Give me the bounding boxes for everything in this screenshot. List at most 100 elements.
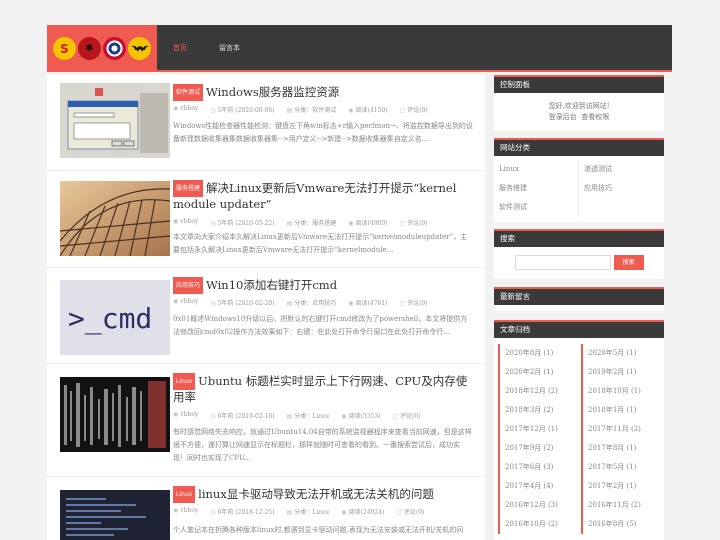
captain-america-icon: ★ bbox=[103, 37, 126, 60]
post-item: 软件测试 Windows服务器监控资源 ◉ vbboy ◷ 5年前 (2020-08-… bbox=[47, 75, 485, 171]
eye-icon: ◉ bbox=[341, 509, 347, 516]
category-pentest[interactable]: 渗透测试 bbox=[579, 160, 664, 179]
cmd-thumb-text: >_cmd bbox=[68, 302, 152, 336]
post-item: Linux Ubuntu 标题栏实时显示上下行网速、CPU及内存使用率 ◉ vbbo… bbox=[47, 364, 485, 477]
control-panel: 控制面板 您好,欢迎到访网站! 登录后台 查看权限 bbox=[494, 75, 664, 131]
archive-item[interactable]: 2017年4月 (4) bbox=[498, 477, 577, 496]
folder-icon: ▤ bbox=[286, 107, 293, 114]
welcome-text: 您好,欢迎到访网站! bbox=[548, 102, 610, 110]
archive-item[interactable]: 2016年11月 (2) bbox=[581, 496, 660, 515]
post-tag[interactable]: 应用技巧 bbox=[173, 277, 204, 294]
admin-login-link[interactable]: 登录后台 bbox=[549, 113, 577, 121]
post-excerpt: Windows性能检查器性能检测：键盘左下角win标志+r输入perfmon→、… bbox=[173, 122, 473, 143]
post-title[interactable]: 应用技巧 Win10添加右键打开cmd bbox=[173, 277, 473, 294]
comment-icon: ▢ bbox=[396, 509, 402, 516]
search-input[interactable] bbox=[514, 255, 611, 270]
user-icon: ◉ bbox=[173, 105, 179, 112]
superman-icon: S bbox=[53, 37, 76, 60]
post-item: >_cmd 应用技巧 Win10添加右键打开cmd ◉ vbboy ◷ 5年前 (20… bbox=[47, 268, 485, 364]
post-title[interactable]: Linux Ubuntu 标题栏实时显示上下行网速、CPU及内存使用率 bbox=[173, 373, 473, 405]
batman-icon bbox=[128, 37, 151, 60]
post-meta: ◉ vbboy ◷ 5年前 (2020-02-20) ▤ 分类：应用技巧 ◉ 阅读(47… bbox=[173, 298, 428, 307]
comment-icon: ▢ bbox=[399, 300, 406, 307]
post-thumbnail[interactable] bbox=[60, 377, 170, 452]
post-meta: ◉ vbboy ◷ 5年前 (2020-05-22) ▤ 分类：服务搭建 ◉ 阅读(49… bbox=[173, 218, 428, 227]
control-panel-title: 控制面板 bbox=[494, 75, 664, 93]
post-excerpt: 个人笔记本在折腾各种版本linux时,都遇到显卡驱动问题,表现为无法安装或无法开… bbox=[173, 526, 464, 534]
eye-icon: ◉ bbox=[341, 413, 347, 420]
post-meta: ◉ vbboy ◷ 5年前 (2020-08-06) ▤ 分类：软件测试 ◉ 阅读(41… bbox=[173, 105, 428, 114]
archive-item[interactable]: 2017年5月 (1) bbox=[581, 458, 660, 477]
clock-icon: ◷ bbox=[210, 107, 216, 114]
clock-icon: ◷ bbox=[210, 220, 216, 227]
archive-widget: 文章归档 2020年8月 (1) 2020年5月 (1) 2020年2月 (1) 20… bbox=[494, 320, 664, 540]
post-title[interactable]: 软件测试 Windows服务器监控资源 bbox=[173, 84, 473, 101]
post-thumbnail[interactable] bbox=[60, 83, 170, 158]
post-thumbnail[interactable]: >_cmd bbox=[60, 280, 170, 355]
archive-list: 2020年8月 (1) 2020年5月 (1) 2020年2月 (1) 2019年2月… bbox=[494, 338, 664, 534]
nav-home[interactable]: 首页 bbox=[173, 43, 187, 53]
post-tag[interactable]: Linux bbox=[173, 373, 196, 390]
clock-icon: ◷ bbox=[210, 300, 216, 307]
post-thumbnail[interactable] bbox=[60, 181, 170, 256]
user-icon: ◉ bbox=[173, 507, 179, 514]
user-icon: ◉ bbox=[173, 298, 179, 305]
post-thumbnail[interactable] bbox=[60, 490, 170, 540]
archive-item[interactable]: 2020年5月 (1) bbox=[581, 344, 660, 363]
archive-item[interactable]: 2017年9月 (2) bbox=[498, 439, 577, 458]
clock-icon: ◷ bbox=[210, 413, 216, 420]
post-tag[interactable]: Linux bbox=[173, 486, 196, 503]
latest-comments-widget: 最新留言 bbox=[494, 287, 664, 311]
user-icon: ◉ bbox=[173, 218, 179, 225]
search-button[interactable]: 搜索 bbox=[613, 255, 644, 270]
archive-item[interactable]: 2016年8月 (5) bbox=[581, 515, 660, 534]
search-widget: 搜索 搜索 bbox=[494, 229, 664, 279]
post-excerpt: 0x01概述Windows10升级以后，把默认的右键打开cmd修改为了power… bbox=[173, 315, 468, 336]
archive-item[interactable]: 2017年12月 (1) bbox=[498, 420, 577, 439]
archive-item[interactable]: 2018年3月 (2) bbox=[498, 401, 577, 420]
comment-icon: ▢ bbox=[392, 413, 399, 420]
archive-item[interactable]: 2019年2月 (1) bbox=[581, 363, 660, 382]
clock-icon: ◷ bbox=[210, 509, 216, 516]
archive-item[interactable]: 2018年1月 (1) bbox=[581, 401, 660, 420]
latest-comments-title: 最新留言 bbox=[494, 287, 664, 305]
view-permission-link[interactable]: 查看权限 bbox=[581, 113, 609, 121]
post-excerpt: 本文章向大家介绍本久解决Linux更新后Vmware无法打开提示“kernelm… bbox=[173, 233, 468, 254]
post-list: 软件测试 Windows服务器监控资源 ◉ vbboy ◷ 5年前 (2020-08-… bbox=[47, 75, 485, 540]
post-tag[interactable]: 服务搭建 bbox=[173, 180, 204, 197]
category-server[interactable]: 服务搭建 bbox=[494, 179, 579, 198]
post-excerpt: 有时感觉网络失去响应，就通过Ubuntu14.04自带的系统监视器程序来查看当前… bbox=[173, 428, 472, 462]
archive-item[interactable]: 2017年6月 (3) bbox=[498, 458, 577, 477]
site-logo[interactable]: S ✱ ★ bbox=[47, 25, 157, 72]
archive-item[interactable]: 2017年8月 (1) bbox=[581, 439, 660, 458]
post-meta: ◉ vbboy ◷ 6年前 (2019-02-18) ▤ 分类：Linux ◉ 阅读(5… bbox=[173, 411, 421, 420]
post-item: 服务搭建 解决Linux更新后Vmware无法打开提示“kernel module… bbox=[47, 171, 485, 268]
category-widget: 网站分类 Linux 渗透测试 服务搭建 应用技巧 软件测试 bbox=[494, 138, 664, 222]
post-title[interactable]: Linux linux显卡驱动导致无法开机或无法关机的问题 bbox=[173, 486, 473, 503]
archive-item[interactable]: 2018年10月 (1) bbox=[581, 382, 660, 401]
category-linux[interactable]: Linux bbox=[494, 160, 579, 179]
search-widget-title: 搜索 bbox=[494, 229, 664, 247]
archive-item[interactable]: 2018年12月 (2) bbox=[498, 382, 577, 401]
nav-guestbook[interactable]: 留言本 bbox=[219, 43, 240, 53]
archive-item[interactable]: 2020年8月 (1) bbox=[498, 344, 577, 363]
post-item: Linux linux显卡驱动导致无法开机或无法关机的问题 ◉ vbboy ◷ 6年前… bbox=[47, 477, 485, 540]
archive-item[interactable]: 2017年11月 (2) bbox=[581, 420, 660, 439]
archive-item[interactable]: 2016年12月 (3) bbox=[498, 496, 577, 515]
site-header: S ✱ ★ 首页 留言本 bbox=[47, 25, 672, 72]
archive-item[interactable]: 2017年2月 (1) bbox=[581, 477, 660, 496]
category-testing[interactable]: 软件测试 bbox=[494, 198, 579, 217]
folder-icon: ▤ bbox=[286, 413, 293, 420]
category-widget-title: 网站分类 bbox=[494, 138, 664, 156]
comment-icon: ▢ bbox=[399, 107, 406, 114]
folder-icon: ▤ bbox=[286, 220, 293, 227]
archive-item[interactable]: 2016年10月 (2) bbox=[498, 515, 577, 534]
eye-icon: ◉ bbox=[348, 107, 354, 114]
category-tips[interactable]: 应用技巧 bbox=[579, 179, 664, 198]
folder-icon: ▤ bbox=[286, 300, 293, 307]
archive-item[interactable]: 2020年2月 (1) bbox=[498, 363, 577, 382]
post-title[interactable]: 服务搭建 解决Linux更新后Vmware无法打开提示“kernel module… bbox=[173, 180, 473, 212]
post-tag[interactable]: 软件测试 bbox=[173, 84, 204, 101]
archive-widget-title: 文章归档 bbox=[494, 320, 664, 338]
comment-icon: ▢ bbox=[399, 220, 406, 227]
